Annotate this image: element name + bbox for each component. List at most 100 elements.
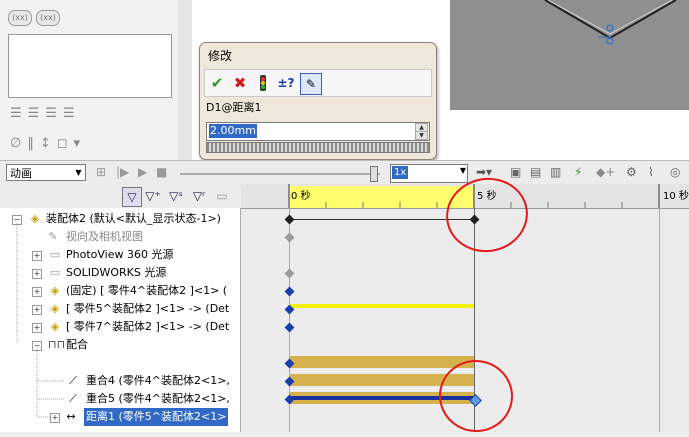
rebuild-traffic-light-icon[interactable] [253, 73, 273, 93]
tree-label: 重合4 (零件4^装配体2<1>, [86, 374, 230, 387]
timeline-gridline [659, 208, 660, 432]
dialog-title: 修改 [208, 49, 233, 63]
part-icon: ◈ [50, 284, 60, 297]
expand-icon[interactable]: + [50, 413, 60, 423]
study-type-select[interactable]: 动画 ▼ [6, 164, 86, 181]
selection-listbox[interactable] [8, 34, 172, 98]
constraint-icons-row[interactable]: ∅‖↕◻▾ [10, 136, 86, 151]
playback-slider-thumb[interactable] [370, 166, 378, 182]
cancel-x-icon[interactable]: ✖ [230, 73, 250, 93]
folder-icon: ▭ [49, 248, 61, 261]
lights-key-start[interactable] [284, 268, 295, 279]
reverse-sense-icon[interactable]: ±? [276, 73, 296, 93]
part4-key-start[interactable] [284, 286, 295, 297]
tree-row-coincident5[interactable]: ⟋ 重合5 (零件4^装配体2<1>, [0, 390, 240, 408]
dimension-name: D1@距离1 [206, 101, 262, 114]
wizard-icon[interactable]: ▤ [530, 165, 541, 179]
tree-label: 重合5 (零件4^装配体2<1>, [86, 392, 230, 405]
tree-label: 配合 [66, 338, 88, 351]
tree-row-part5[interactable]: + ◈ [ 零件5^装配体2 ]<1> -> (Det [0, 300, 240, 318]
contact-icon[interactable]: ◎ [670, 165, 680, 179]
motor-icon[interactable]: ⚙ [626, 165, 637, 179]
model-edges [544, 0, 677, 45]
tree-label: PhotoView 360 光源 [66, 248, 174, 261]
property-manager-panel: (xx) (xx) ☰☰☰☰ ∅‖↕◻▾ [0, 0, 179, 160]
add-key-icon[interactable]: ⚡ [574, 165, 582, 179]
study-type-value: 动画 [10, 167, 32, 180]
coincident-mate-icon: ⟋ [69, 374, 77, 387]
expand-icon[interactable]: + [32, 269, 42, 279]
assembly-key-start[interactable] [284, 214, 295, 225]
modify-dialog: 修改 ✔ ✖ ±? ✎ D1@距离1 2.00mm ▲ ▼ [199, 42, 437, 160]
calculate-icon[interactable]: ⊞ [96, 165, 106, 179]
mates-icon: ⊓⊓ [48, 338, 66, 351]
save-animation-icon[interactable]: ▣ [510, 165, 521, 179]
filter-driving-icon[interactable]: ▽⁺ [144, 187, 162, 205]
modify-toolbar: ✔ ✖ ±? ✎ [204, 69, 432, 97]
motion-study-toolbar: 动画 ▼ ⊞ |▶ ▶ ■ 1x ▼ ➡▾ ▣ ▤ ▥ ⚡ ◆+ ⚙ ⌇ ◎ [0, 160, 689, 186]
dimension-value-text[interactable]: 2.00mm [209, 124, 257, 138]
place-key-icon[interactable]: ◆+ [596, 165, 615, 179]
tree-row-solidworks-lights[interactable]: + ▭ SOLIDWORKS 光源 [0, 264, 240, 282]
camera-icon: ✎ [48, 230, 58, 243]
tree-label: SOLIDWORKS 光源 [66, 266, 167, 279]
mark-dimension-icon[interactable]: ✎ [300, 73, 322, 95]
speed-chevron-down-icon[interactable]: ▼ [460, 166, 466, 175]
thumbwheel-slider[interactable] [206, 142, 430, 153]
play-from-start-icon[interactable]: |▶ [116, 165, 129, 179]
dimension-value-input[interactable]: 2.00mm ▲ ▼ [206, 122, 430, 141]
tree-row-coincident4[interactable]: ⟋ 重合4 (零件4^装配体2<1>, [0, 372, 240, 390]
filter-results-icon[interactable]: ▽ʳ [190, 187, 208, 205]
chevron-down-icon[interactable]: ▼ [72, 165, 85, 180]
expand-icon[interactable]: + [32, 323, 42, 333]
expand-icon[interactable]: + [32, 251, 42, 261]
ok-check-icon[interactable]: ✔ [207, 73, 227, 93]
filter-animated-icon[interactable]: ▽ [122, 187, 142, 207]
tree-row-photoview-lights[interactable]: + ▭ PhotoView 360 光源 [0, 246, 240, 264]
tree-label: 装配体2 (默认<默认_显示状态-1>) [46, 212, 221, 225]
part5-change-bar[interactable] [289, 304, 474, 308]
tree-row-views-cameras[interactable]: ✎ 视向及相机视图 [0, 228, 240, 246]
part7-key-start[interactable] [284, 322, 295, 333]
autokey-icon[interactable]: ▥ [550, 165, 561, 179]
part-icon: ◈ [50, 320, 60, 333]
align-icons-row[interactable]: ☰☰☰☰ [10, 106, 81, 121]
expand-icon[interactable]: + [32, 305, 42, 315]
spin-down-button[interactable]: ▼ [415, 131, 428, 140]
tree-filter-toolbar: ▽ ▽⁺ ▽ˢ ▽ʳ ▭ [0, 184, 240, 208]
pill-toggle-right[interactable]: (xx) [36, 10, 60, 26]
motion-feature-tree: − ◈ 装配体2 (默认<默认_显示状态-1>) ✎ 视向及相机视图 + ▭ P… [0, 208, 241, 432]
stop-icon[interactable]: ■ [156, 165, 167, 179]
assembly-icon: ◈ [30, 212, 40, 225]
playback-slider-track[interactable] [180, 173, 380, 175]
filter-options-icon[interactable]: ▭ [213, 187, 231, 205]
tree-row-part7[interactable]: + ◈ [ 零件7^装配体2 ]<1> -> (Det [0, 318, 240, 336]
tree-label: (固定) [ 零件4^装配体2 ]<1> ( [66, 284, 228, 297]
tree-label: 视向及相机视图 [66, 230, 143, 243]
pill-toggle-left[interactable]: (xx) [8, 10, 32, 26]
collapse-icon[interactable]: − [12, 215, 22, 225]
tree-row-part4[interactable]: + ◈ (固定) [ 零件4^装配体2 ]<1> ( [0, 282, 240, 300]
model-view[interactable] [450, 0, 689, 110]
filter-selected-icon[interactable]: ▽ˢ [167, 187, 185, 205]
coincident4-change-bar[interactable] [289, 356, 474, 368]
collapse-icon[interactable]: − [32, 341, 42, 351]
distance-mate-icon: ↔ [66, 410, 76, 423]
tree-row-mates[interactable]: − ⊓⊓ 配合 [0, 336, 240, 354]
tree-label-selected: 距离1 (零件5^装配体2<1> [84, 408, 229, 426]
panel-scrollbar[interactable] [178, 0, 193, 160]
timeline-area[interactable]: 0 秒 5 秒 10 秒 [241, 171, 689, 437]
views-key-start[interactable] [284, 232, 295, 243]
tree-row-assembly[interactable]: − ◈ 装配体2 (默认<默认_显示状态-1>) [0, 210, 240, 228]
playback-speed-value: 1x [392, 166, 409, 179]
expand-icon[interactable]: + [32, 287, 42, 297]
tree-row-distance1[interactable]: + ↔ 距离1 (零件5^装配体2<1> [0, 408, 240, 426]
folder-icon: ▭ [49, 266, 61, 279]
tree-label: [ 零件5^装配体2 ]<1> -> (Det [66, 302, 230, 315]
part-icon: ◈ [50, 302, 60, 315]
playback-speed-select[interactable]: 1x ▼ [390, 164, 468, 183]
tree-label: [ 零件7^装配体2 ]<1> -> (Det [66, 320, 230, 333]
spring-icon[interactable]: ⌇ [648, 165, 654, 179]
coincident-mate-icon: ⟋ [69, 392, 77, 405]
play-icon[interactable]: ▶ [138, 165, 147, 179]
